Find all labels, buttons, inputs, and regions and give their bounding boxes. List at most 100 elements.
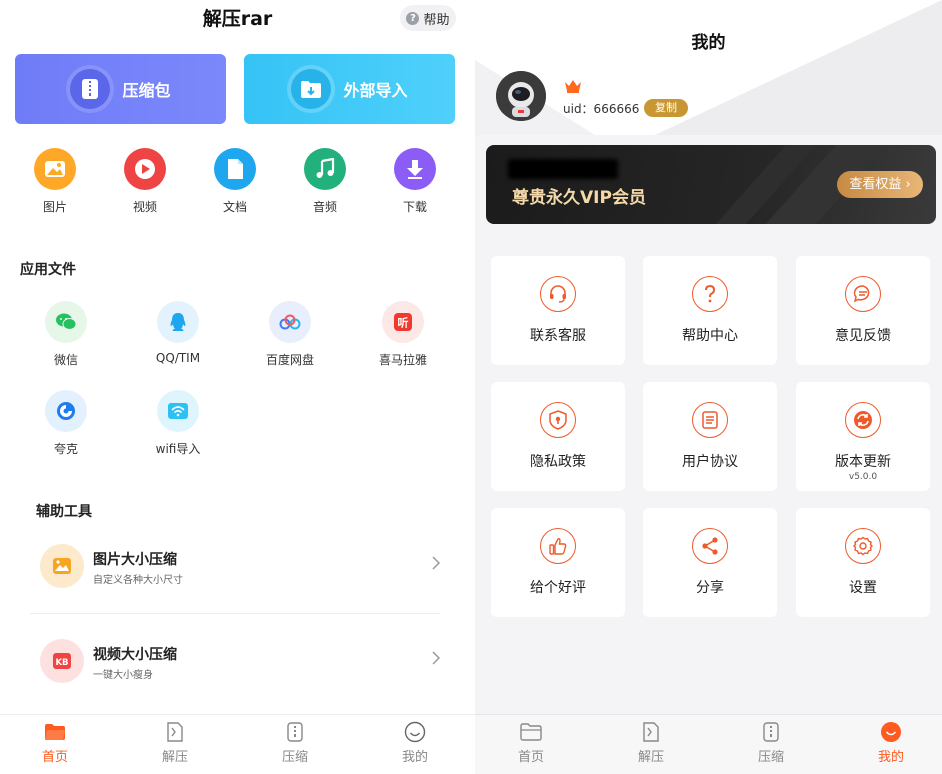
zip-icon <box>284 721 306 743</box>
unzip-icon <box>164 721 186 743</box>
app-quark[interactable]: 夸克 <box>26 390 106 457</box>
help-button[interactable]: ? 帮助 <box>400 5 456 31</box>
app-label: QQ/TIM <box>155 351 201 365</box>
bottom-tab-bar: 首页 解压 压缩 我的 <box>0 714 475 774</box>
category-download[interactable]: 下载 <box>385 148 445 215</box>
zip-icon <box>760 721 782 743</box>
tool-desc: 自定义各种大小尺寸 <box>93 575 183 586</box>
grid-label: 设置 <box>849 580 877 596</box>
app-label: 夸克 <box>53 442 78 456</box>
app-qq[interactable]: QQ/TIM <box>138 301 218 365</box>
document-icon <box>692 402 728 438</box>
app-wechat[interactable]: 微信 <box>26 301 106 368</box>
headset-icon <box>540 276 576 312</box>
quark-icon <box>45 390 87 432</box>
app-label: 百度网盘 <box>265 353 314 367</box>
app-wifi-import[interactable]: wifi导入 <box>138 390 218 457</box>
tab-label: 压缩 <box>281 750 308 765</box>
grid-user-agreement[interactable]: 用户协议 <box>643 382 777 491</box>
folder-import-icon <box>291 69 332 109</box>
grid-version-update[interactable]: 版本更新 v5.0.0 <box>796 382 930 491</box>
vip-title: 尊贵永久VIP会员 <box>512 188 646 208</box>
grid-settings[interactable]: 设置 <box>796 508 930 617</box>
category-label: 视频 <box>132 200 157 214</box>
tab-unzip[interactable]: 解压 <box>145 721 205 765</box>
tab-unzip[interactable]: 解压 <box>621 721 681 765</box>
smile-icon <box>880 721 902 743</box>
grid-label: 意见反馈 <box>835 328 891 344</box>
tab-home[interactable]: 首页 <box>25 721 85 765</box>
view-benefits-button[interactable]: 查看权益 › <box>837 171 923 198</box>
app-label: 喜马拉雅 <box>378 353 427 367</box>
refresh-icon <box>845 402 881 438</box>
tab-zip[interactable]: 压缩 <box>265 721 325 765</box>
app-baidu-netdisk[interactable]: 百度网盘 <box>250 301 330 368</box>
copy-button[interactable]: 复制 <box>644 99 688 117</box>
redacted-name <box>508 159 618 179</box>
category-audio[interactable]: 音频 <box>295 148 355 215</box>
zip-file-icon <box>70 69 111 109</box>
view-benefits-label: 查看权益 <box>849 177 902 192</box>
tab-label: 首页 <box>41 750 68 765</box>
grid-label: 给个好评 <box>530 580 586 596</box>
version-text: v5.0.0 <box>848 472 878 482</box>
shield-icon <box>540 402 576 438</box>
svg-text:听: 听 <box>398 316 409 330</box>
uid-text: uid：666666 <box>563 102 640 116</box>
external-import-button[interactable]: 外部导入 <box>244 54 455 124</box>
grid-contact-support[interactable]: 联系客服 <box>491 256 625 365</box>
help-label: 帮助 <box>423 12 450 28</box>
tab-home[interactable]: 首页 <box>501 721 561 765</box>
category-video[interactable]: 视频 <box>115 148 175 215</box>
share-icon <box>692 528 728 564</box>
video-compress-icon: KB <box>40 639 84 683</box>
category-image[interactable]: 图片 <box>25 148 85 215</box>
wechat-icon <box>45 301 87 343</box>
category-label: 下载 <box>402 200 427 214</box>
category-label: 音频 <box>312 200 337 214</box>
music-icon <box>304 148 346 190</box>
grid-label: 联系客服 <box>530 328 586 344</box>
tab-label: 我的 <box>401 750 428 765</box>
vip-card[interactable]: 尊贵永久VIP会员 查看权益 › <box>486 145 936 224</box>
tab-mine[interactable]: 我的 <box>385 721 445 765</box>
tool-name: 视频大小压缩 <box>93 647 177 663</box>
question-icon: ? <box>406 11 420 25</box>
mine-screen: 我的 uid：666666 复制 尊贵永久VIP会员 查看权益 › 联系客服 帮… <box>475 0 942 774</box>
grid-feedback[interactable]: 意见反馈 <box>796 256 930 365</box>
question-icon <box>692 276 728 312</box>
tab-label: 解压 <box>637 750 664 765</box>
grid-privacy-policy[interactable]: 隐私政策 <box>491 382 625 491</box>
bottom-tab-bar: 首页 解压 压缩 我的 <box>475 714 942 774</box>
play-icon <box>124 148 166 190</box>
tab-label: 解压 <box>161 750 188 765</box>
thumbs-up-icon <box>540 528 576 564</box>
grid-rate-us[interactable]: 给个好评 <box>491 508 625 617</box>
tool-video-compress[interactable]: KB 视频大小压缩 一键大小瘦身 <box>30 614 441 708</box>
tool-image-compress[interactable]: 图片大小压缩 自定义各种大小尺寸 <box>30 519 441 613</box>
qq-icon <box>157 301 199 343</box>
baidu-netdisk-icon <box>269 301 311 343</box>
unzip-icon <box>640 721 662 743</box>
chevron-right-icon <box>432 650 441 669</box>
category-document[interactable]: 文档 <box>205 148 265 215</box>
tab-label: 我的 <box>877 750 904 765</box>
compress-package-button[interactable]: 压缩包 <box>15 54 226 124</box>
tab-zip[interactable]: 压缩 <box>741 721 801 765</box>
app-ximalaya[interactable]: 听 喜马拉雅 <box>363 301 443 368</box>
tab-mine[interactable]: 我的 <box>861 721 921 765</box>
grid-label: 用户协议 <box>682 454 738 470</box>
smile-icon <box>404 721 426 743</box>
tool-name: 图片大小压缩 <box>93 552 177 568</box>
app-files-title: 应用文件 <box>20 262 76 278</box>
grid-share[interactable]: 分享 <box>643 508 777 617</box>
header-decoration <box>475 0 942 135</box>
page-title: 我的 <box>691 33 726 53</box>
avatar[interactable] <box>496 71 546 121</box>
chat-icon <box>845 276 881 312</box>
svg-text:KB: KB <box>55 658 68 668</box>
grid-help-center[interactable]: 帮助中心 <box>643 256 777 365</box>
gear-icon <box>845 528 881 564</box>
app-label: 微信 <box>53 353 78 367</box>
tab-label: 压缩 <box>757 750 784 765</box>
